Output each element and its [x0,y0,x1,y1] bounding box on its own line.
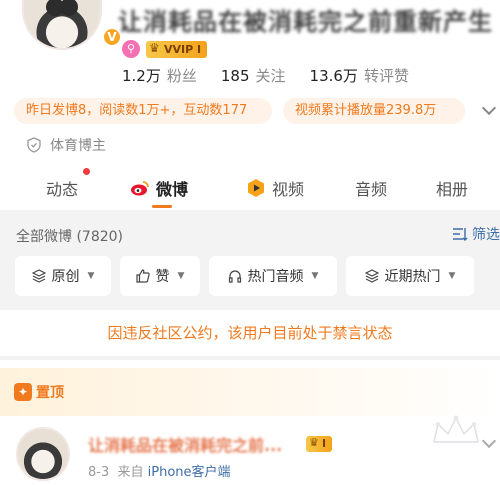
search-badge-icon[interactable]: ⚲ [122,40,140,58]
pinned-header [0,368,500,416]
post-vip-badge: I [306,435,333,452]
filter-button[interactable]: 筛选 [452,224,500,244]
post-source[interactable]: iPhone客户端 [148,465,231,480]
post-author-avatar[interactable] [16,427,70,481]
post-author-name[interactable]: 让消耗品在被消耗完之前... [88,432,282,456]
notification-dot [83,168,90,175]
tab-weibo[interactable]: 微博 [130,176,188,200]
pinned-label: ✦ 置顶 [14,382,64,402]
chip-likes[interactable]: 赞 ▼ [120,256,200,296]
chip-original[interactable]: 原创 ▼ [15,256,111,296]
video-plays-pill[interactable]: 视频累计播放量239.8万 [283,98,465,124]
stat-followers[interactable]: 1.2万 粉丝 [122,65,197,86]
active-tab-indicator [152,205,172,208]
tab-dynamic[interactable]: 动态 [46,176,78,200]
stat-reposts-likes[interactable]: 13.6万 转评赞 [310,65,409,86]
post-menu-chevron-icon[interactable] [481,433,497,449]
weibo-logo-icon [131,181,149,196]
post-date: 8-3 [88,465,110,480]
profile-avatar[interactable]: V [16,0,122,54]
profile-stats: 1.2万 粉丝 185 关注 13.6万 转评赞 [122,65,409,86]
filter-icon [453,228,468,241]
thumbs-up-icon [135,269,150,283]
post-source-prefix: 来自 [117,465,144,480]
role-tag: 体育博主 [26,135,106,155]
pin-icon: ✦ [14,383,32,401]
crown-decoration-icon [433,415,479,443]
layers-icon [31,269,46,283]
role-label: 体育博主 [50,138,106,154]
video-icon [248,179,264,197]
profile-tabs: 动态 微博 视频 音频 相册 [0,168,500,208]
yesterday-stats-pill[interactable]: 昨日发博8，阅读数1万+，互动数177 [14,98,272,124]
headphones-icon [228,270,241,283]
tab-audio[interactable]: 音频 [355,176,387,200]
chip-hot-audio[interactable]: 热门音频 ▼ [209,256,337,296]
shield-icon [27,137,41,153]
vvip-badge[interactable]: VVIP I [146,40,208,58]
profile-name: 让消耗品在被消耗完之前重新产生 [118,8,493,36]
tab-album[interactable]: 相册 [436,176,468,200]
tab-video[interactable]: 视频 [246,176,304,200]
chip-recent-hot[interactable]: 近期热门 ▼ [346,256,474,296]
feed-title: 全部微博 (7820) [16,229,124,245]
layers-icon [364,269,379,283]
badge-row: ⚲ VVIP I [122,40,208,58]
ban-notice: 因违反社区公约，该用户目前处于禁言状态 [0,310,500,356]
post-meta: 8-3 来自 iPhone客户端 [88,461,231,480]
avatar-image [22,0,102,50]
stat-following[interactable]: 185 关注 [221,65,286,86]
